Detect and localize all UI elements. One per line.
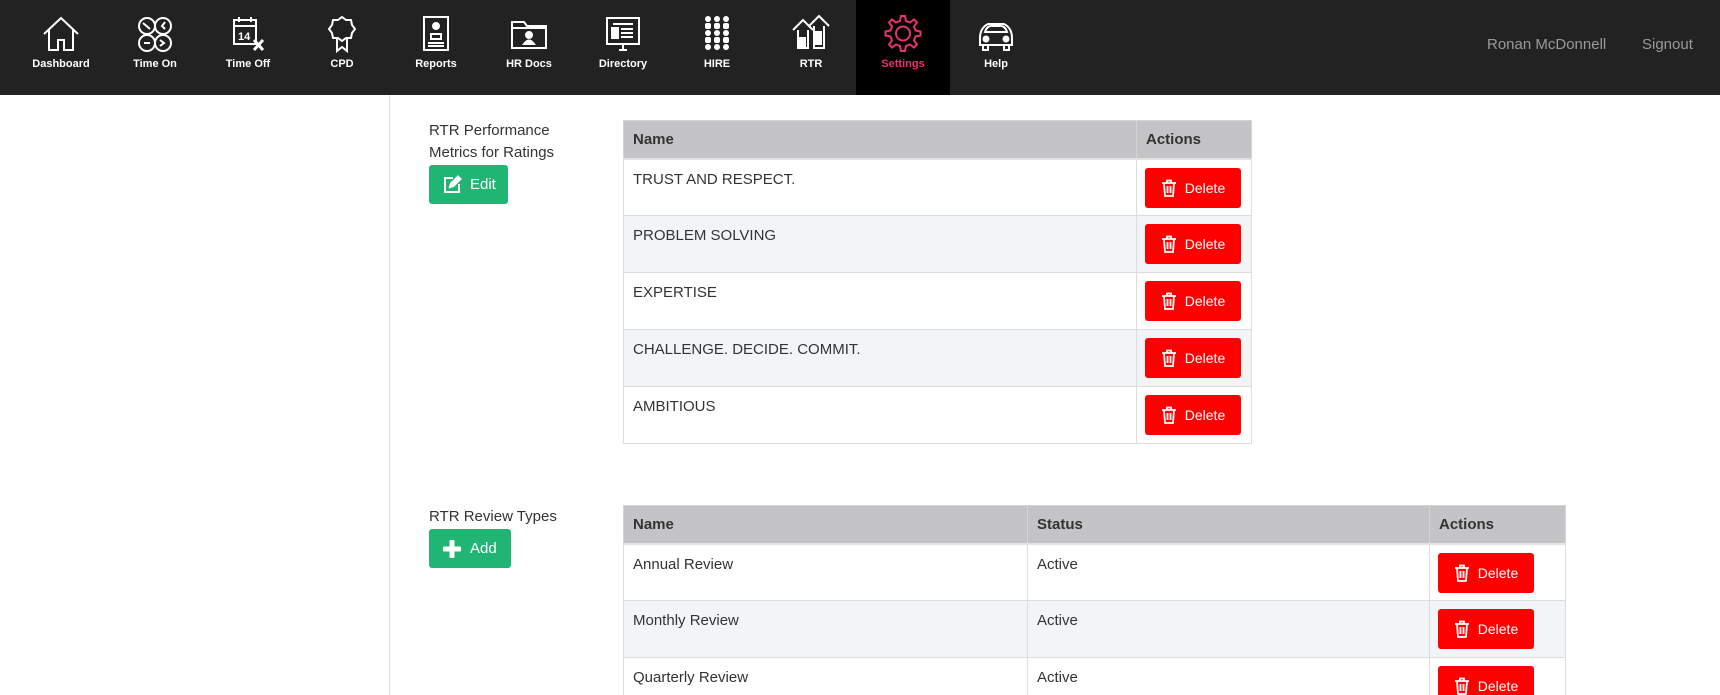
nav-settings[interactable]: Settings [856, 0, 950, 95]
review-types-table: Name Status Actions Annual Review Active… [623, 505, 1566, 695]
nav-directory[interactable]: Directory [576, 0, 670, 95]
nav-dashboard-label: Dashboard [32, 58, 90, 70]
column-header-name: Name [623, 120, 1137, 160]
report-icon [414, 14, 458, 54]
add-button-label: Add [470, 540, 497, 557]
metrics-section-label: RTR Performance Metrics for Ratings [429, 122, 555, 161]
nav-time-off[interactable]: 14 Time Off [201, 0, 295, 95]
award-ribbon-icon [320, 14, 364, 54]
review-type-name: Annual Review [623, 543, 1028, 601]
folder-icon [507, 14, 551, 54]
delete-button-label: Delete [1184, 350, 1226, 366]
signout-link[interactable]: Signout [1642, 36, 1693, 53]
table-row: Annual Review Active Delete [623, 543, 1566, 601]
trash-icon [1161, 179, 1176, 197]
calendar-icon-text: 14 [238, 31, 251, 43]
nav-hire[interactable]: HIRE [670, 0, 764, 95]
column-header-name: Name [623, 505, 1028, 545]
content-left-border [389, 95, 390, 695]
user-name-link[interactable]: Ronan McDonnell [1487, 36, 1606, 53]
trash-icon [1161, 406, 1176, 424]
plus-icon [443, 539, 461, 558]
calendar-icon: 14 [226, 14, 270, 54]
trash-icon [1161, 235, 1176, 253]
review-type-name: Quarterly Review [623, 657, 1028, 695]
delete-button[interactable]: Delete [1438, 666, 1534, 695]
nav-directory-label: Directory [598, 58, 648, 70]
metric-name: AMBITIOUS [623, 386, 1137, 444]
nav-cpd[interactable]: CPD [295, 0, 389, 95]
delete-button[interactable]: Delete [1438, 609, 1534, 649]
gear-icon [881, 14, 925, 54]
delete-button-label: Delete [1184, 179, 1226, 196]
metric-name: TRUST AND RESPECT. [623, 158, 1137, 216]
nav-time-off-label: Time Off [225, 58, 271, 70]
delete-button[interactable]: Delete [1438, 552, 1534, 593]
edit-metrics-button[interactable]: Edit [429, 165, 508, 204]
delete-button-label: Delete [1477, 678, 1519, 694]
table-row: EXPERTISE Delete [623, 272, 1252, 330]
delete-button[interactable]: Delete [1145, 338, 1241, 378]
delete-button[interactable]: Delete [1145, 224, 1241, 264]
trash-icon [1161, 349, 1176, 367]
delete-button-label: Delete [1477, 621, 1519, 637]
clocks-icon [133, 14, 177, 54]
nav-time-on[interactable]: Time On [108, 0, 202, 95]
nav-settings-label: Settings [881, 58, 925, 70]
delete-button-label: Delete [1477, 564, 1519, 581]
table-row: Quarterly Review Active Delete [623, 657, 1566, 695]
trash-icon [1454, 677, 1469, 695]
table-row: CHALLENGE. DECIDE. COMMIT. Delete [623, 329, 1252, 387]
column-header-status: Status [1027, 505, 1430, 545]
table-row: AMBITIOUS Delete [623, 386, 1252, 444]
nav-dashboard[interactable]: Dashboard [14, 0, 108, 95]
nav-hr-docs[interactable]: HR Docs [482, 0, 576, 95]
nav-hr-docs-label: HR Docs [506, 58, 552, 70]
metrics-table: Name Actions TRUST AND RESPECT. Delete P… [623, 120, 1252, 444]
delete-button[interactable]: Delete [1145, 167, 1241, 208]
trash-icon [1454, 564, 1469, 582]
review-type-name: Monthly Review [623, 600, 1028, 658]
nav-help-label: Help [984, 58, 1008, 70]
edit-button-label: Edit [470, 176, 496, 193]
car-icon [974, 14, 1018, 54]
review-type-status: Active [1027, 543, 1430, 601]
add-review-type-button[interactable]: Add [429, 529, 511, 568]
metric-name: PROBLEM SOLVING [623, 215, 1137, 273]
metric-name: CHALLENGE. DECIDE. COMMIT. [623, 329, 1137, 387]
people-grid-icon [695, 14, 739, 54]
table-row: TRUST AND RESPECT. Delete [623, 158, 1252, 216]
column-header-actions: Actions [1429, 505, 1566, 545]
edit-icon [444, 174, 462, 193]
review-types-section-label: RTR Review Types [429, 508, 557, 525]
column-header-actions: Actions [1136, 120, 1252, 160]
table-row: Monthly Review Active Delete [623, 600, 1566, 658]
nav-help[interactable]: Help [949, 0, 1043, 95]
trash-icon [1161, 292, 1176, 310]
delete-button-label: Delete [1184, 407, 1226, 423]
table-row: PROBLEM SOLVING Delete [623, 215, 1252, 273]
delete-button-label: Delete [1184, 293, 1226, 309]
trash-icon [1454, 620, 1469, 638]
nav-reports-label: Reports [415, 58, 457, 70]
house-icon [39, 14, 83, 54]
review-type-status: Active [1027, 600, 1430, 658]
metric-name: EXPERTISE [623, 272, 1137, 330]
directory-icon [601, 14, 645, 54]
delete-button[interactable]: Delete [1145, 281, 1241, 321]
nav-cpd-label: CPD [330, 58, 354, 70]
delete-button-label: Delete [1184, 236, 1226, 252]
review-type-status: Active [1027, 657, 1430, 695]
upward-arrows-icon [789, 14, 833, 54]
nav-hire-label: HIRE [703, 58, 731, 70]
top-navigation-bar: Dashboard Time On 14 Time Off CPD Report… [0, 0, 1720, 95]
delete-button[interactable]: Delete [1145, 395, 1241, 435]
nav-rtr-label: RTR [799, 58, 823, 70]
nav-reports[interactable]: Reports [389, 0, 483, 95]
nav-rtr[interactable]: RTR [764, 0, 858, 95]
nav-time-on-label: Time On [133, 58, 177, 70]
